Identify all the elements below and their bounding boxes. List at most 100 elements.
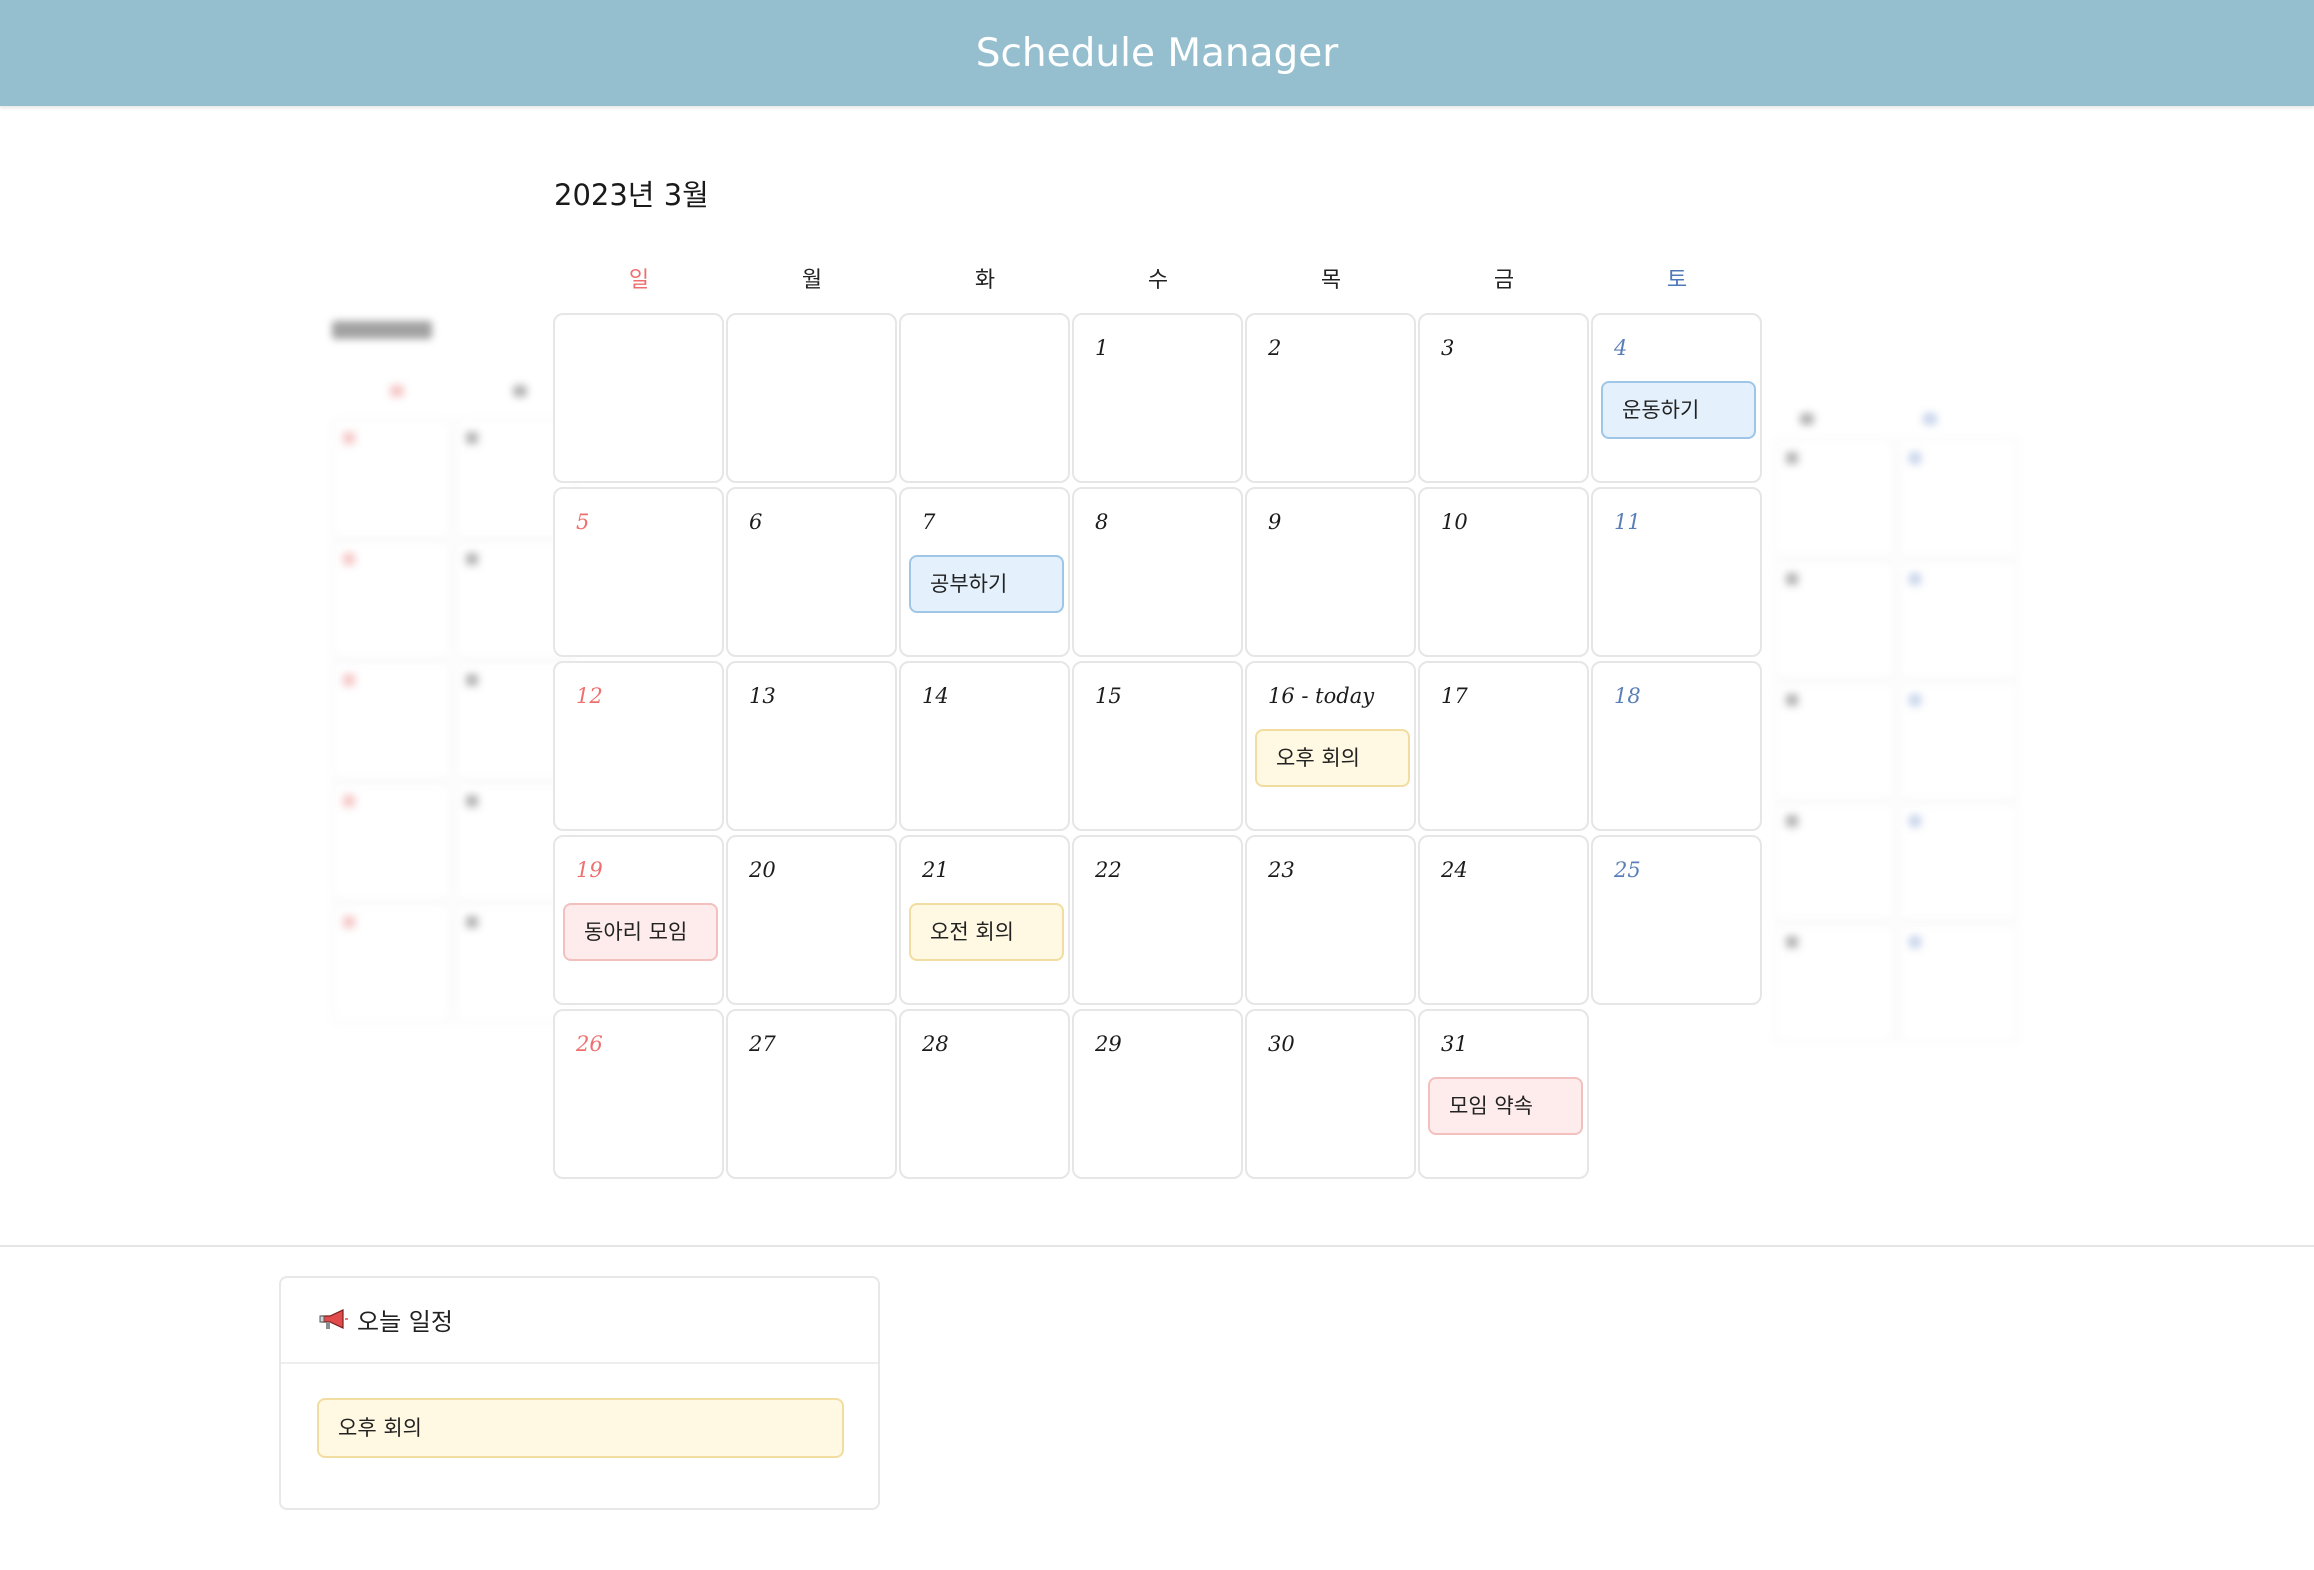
day-number: 25	[1614, 858, 1641, 882]
day-cell[interactable]: 18	[1591, 661, 1762, 831]
app-title: Schedule Manager	[975, 30, 1339, 76]
day-cell[interactable]: 27	[726, 1009, 897, 1179]
day-number: 9	[1268, 510, 1282, 534]
day-number: 10	[1441, 510, 1468, 534]
blurred-cell	[1775, 681, 1895, 801]
weekday-tue: 화	[974, 268, 996, 293]
blurred-day-number	[343, 916, 355, 928]
app-header: Schedule Manager	[0, 0, 2314, 106]
day-cell[interactable]: 5	[553, 487, 724, 657]
empty-day-cell[interactable]	[553, 313, 724, 483]
day-number: 7	[922, 510, 936, 534]
day-cell[interactable]: 23	[1245, 835, 1416, 1005]
blurred-day-number	[1909, 694, 1921, 706]
day-cell[interactable]: 29	[1072, 1009, 1243, 1179]
day-number: 21	[922, 858, 949, 882]
day-cell[interactable]: 4 운동하기	[1591, 313, 1762, 483]
blurred-cell	[332, 419, 452, 539]
day-number: 2	[1268, 336, 1282, 360]
day-cell[interactable]: 10	[1418, 487, 1589, 657]
blurred-cell	[332, 661, 452, 781]
event-chip[interactable]: 운동하기	[1601, 381, 1756, 439]
weekday-thu: 목	[1320, 268, 1342, 293]
today-event-item[interactable]: 오후 회의	[317, 1398, 844, 1458]
day-number: 14	[922, 684, 949, 708]
day-cell[interactable]: 22	[1072, 835, 1243, 1005]
day-number: 11	[1614, 510, 1641, 534]
day-cell[interactable]: 25	[1591, 835, 1762, 1005]
day-number: 19	[576, 858, 603, 882]
day-cell[interactable]: 24	[1418, 835, 1589, 1005]
day-number: 16 - today	[1268, 684, 1375, 708]
event-chip[interactable]: 오후 회의	[1255, 729, 1410, 787]
day-number: 23	[1268, 858, 1295, 882]
blurred-day-number	[1909, 936, 1921, 948]
blurred-day-number	[466, 795, 478, 807]
day-number: 18	[1614, 684, 1641, 708]
day-cell[interactable]: 3	[1418, 313, 1589, 483]
blurred-cell	[1898, 439, 2018, 559]
day-number: 5	[576, 510, 590, 534]
blurred-cell	[1898, 802, 2018, 922]
day-cell[interactable]: 31 모임 약속	[1418, 1009, 1589, 1179]
calendar-grid: 1 2 3 4 운동하기 5 6 7 공부하기 8 9 10 11 12 13 14 15 16 - today 오…	[553, 313, 1763, 1179]
day-cell[interactable]: 9	[1245, 487, 1416, 657]
day-number: 3	[1441, 336, 1455, 360]
blurred-day-number	[343, 553, 355, 565]
day-number: 13	[749, 684, 776, 708]
today-schedule-panel: 오늘 일정 오후 회의	[279, 1276, 880, 1510]
blurred-day-number	[1786, 694, 1798, 706]
blurred-cell	[332, 540, 452, 660]
day-cell[interactable]: 7 공부하기	[899, 487, 1070, 657]
blurred-day-number	[343, 674, 355, 686]
blurred-cell	[1775, 439, 1895, 559]
day-cell[interactable]: 20	[726, 835, 897, 1005]
blurred-day-number	[1786, 452, 1798, 464]
day-cell[interactable]: 13	[726, 661, 897, 831]
day-number: 26	[576, 1032, 603, 1056]
day-cell[interactable]: 1	[1072, 313, 1243, 483]
day-cell[interactable]: 26	[553, 1009, 724, 1179]
empty-day-cell[interactable]	[899, 313, 1070, 483]
blurred-weekday	[1800, 413, 1814, 425]
day-number: 20	[749, 858, 776, 882]
event-chip[interactable]: 오전 회의	[909, 903, 1064, 961]
blurred-cell	[1898, 681, 2018, 801]
day-cell[interactable]: 6	[726, 487, 897, 657]
today-panel-header: 오늘 일정	[281, 1278, 878, 1364]
today-panel-title: 오늘 일정	[357, 1308, 453, 1336]
blurred-cell	[1898, 923, 2018, 1043]
day-cell[interactable]: 21 오전 회의	[899, 835, 1070, 1005]
event-chip[interactable]: 모임 약속	[1428, 1077, 1583, 1135]
day-cell[interactable]: 19 동아리 모임	[553, 835, 724, 1005]
weekday-fri: 금	[1493, 268, 1515, 293]
blurred-day-number	[343, 795, 355, 807]
day-cell[interactable]: 12	[553, 661, 724, 831]
day-cell[interactable]: 17	[1418, 661, 1589, 831]
blurred-day-number	[466, 432, 478, 444]
day-cell[interactable]: 16 - today 오후 회의	[1245, 661, 1416, 831]
day-cell[interactable]: 30	[1245, 1009, 1416, 1179]
blurred-day-number	[466, 553, 478, 565]
blurred-day-number	[466, 916, 478, 928]
day-cell[interactable]: 8	[1072, 487, 1243, 657]
section-divider	[0, 1245, 2314, 1247]
empty-day-cell[interactable]	[726, 313, 897, 483]
blurred-day-number	[1909, 573, 1921, 585]
blurred-weekday	[1923, 413, 1937, 425]
blurred-cell	[332, 782, 452, 902]
day-number: 4	[1614, 336, 1628, 360]
day-number: 27	[749, 1032, 776, 1056]
day-cell[interactable]: 2	[1245, 313, 1416, 483]
event-chip[interactable]: 동아리 모임	[563, 903, 718, 961]
day-cell[interactable]: 11	[1591, 487, 1762, 657]
day-cell[interactable]: 28	[899, 1009, 1070, 1179]
day-cell[interactable]: 15	[1072, 661, 1243, 831]
event-chip[interactable]: 공부하기	[909, 555, 1064, 613]
day-number: 6	[749, 510, 763, 534]
blurred-cell	[1775, 560, 1895, 680]
day-cell[interactable]: 14	[899, 661, 1070, 831]
day-number: 24	[1441, 858, 1468, 882]
blurred-day-number	[1786, 573, 1798, 585]
blurred-cell	[1775, 802, 1895, 922]
